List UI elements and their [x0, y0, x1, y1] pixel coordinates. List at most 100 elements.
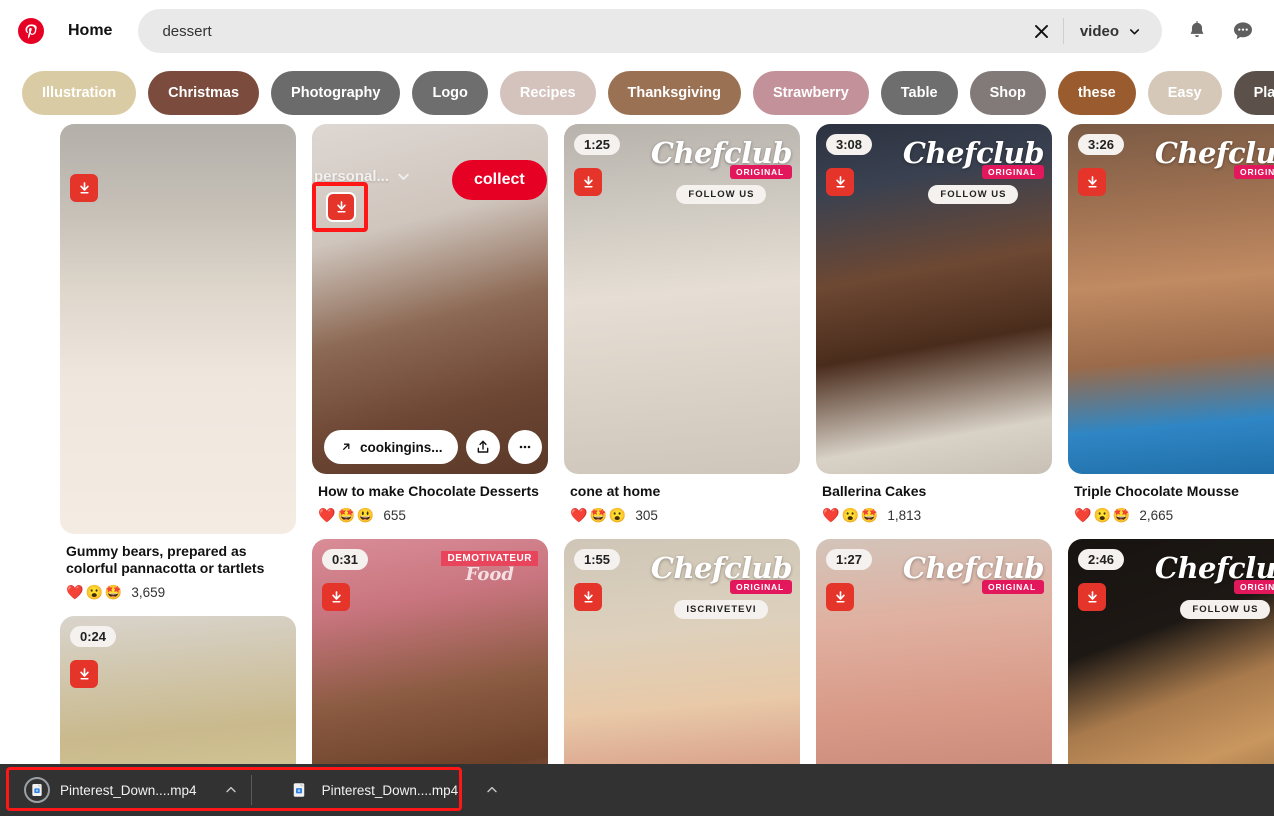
download-icon-highlighted[interactable]	[326, 192, 356, 222]
download-item-name: Pinterest_Down....mp4	[60, 782, 197, 798]
pin-meta: Triple Chocolate Mousse ❤️ 😮 🤩 2,665	[1068, 474, 1274, 523]
reaction-emoji: 🤩	[1112, 507, 1131, 523]
pin-card[interactable]: 1:27 Chefclub ORIGINAL	[816, 539, 1052, 774]
collect-button[interactable]: collect	[452, 160, 547, 200]
pin-thumbnail[interactable]: 3:26ChefclubORIGINAL	[1068, 124, 1274, 474]
browser-download-bar: Pinterest_Down....mp4 Pinterest_Down....m…	[0, 764, 1274, 816]
messages-icon[interactable]	[1226, 14, 1260, 48]
home-link[interactable]: Home	[68, 22, 112, 40]
search-scope-selector[interactable]: video	[1068, 9, 1158, 53]
filter-pill-logo[interactable]: Logo	[412, 71, 488, 115]
filter-pill-row[interactable]: Illustration Christmas Photography Logo Reci…	[0, 62, 1274, 124]
download-item-menu-icon[interactable]	[480, 782, 504, 798]
video-file-icon	[286, 777, 312, 803]
grid-column: 1:25 Chefclub ORIGINAL FOLLOW US cone at hom…	[564, 124, 800, 774]
personalize-dropdown[interactable]: personal...	[314, 168, 412, 185]
reaction-emoji: 😮	[85, 584, 103, 600]
reaction-count: 655	[383, 507, 406, 523]
pinterest-logo-icon[interactable]	[18, 18, 44, 44]
pin-meta: cone at home ❤️ 🤩 😮 305	[564, 474, 800, 523]
pin-source-label: cookingins...	[360, 439, 443, 455]
pin-card[interactable]: 2:46ChefclubORIGINALFOLLOW US	[1068, 539, 1274, 774]
pin-grid: Gummy bears, prepared as colorful pannac…	[0, 124, 1274, 774]
reaction-emoji: ❤️	[318, 507, 336, 523]
pin-thumbnail[interactable]: 1:27 Chefclub ORIGINAL	[816, 539, 1052, 774]
download-icon[interactable]	[70, 660, 98, 688]
more-options-icon[interactable]	[507, 430, 542, 464]
reaction-emoji: ❤️	[822, 507, 840, 523]
filter-pill-photography[interactable]: Photography	[271, 71, 401, 115]
download-icon	[79, 667, 89, 679]
filter-pill-label: Logo	[432, 85, 468, 101]
filter-pill-thanksgiving[interactable]: Thanksgiving	[607, 71, 741, 115]
filter-pill-strawberry[interactable]: Strawberry	[753, 71, 869, 115]
pin-card[interactable]: 0:31 DEMOTIVATEUR Food	[312, 539, 548, 774]
reaction-emoji: 🤩	[337, 507, 355, 523]
download-icon	[1087, 590, 1097, 602]
pin-card[interactable]: 3:26ChefclubORIGINALTriple Chocolate Mou…	[1068, 124, 1274, 523]
download-icon[interactable]	[826, 583, 854, 611]
filter-pill-these[interactable]: these	[1057, 71, 1136, 115]
pin-thumbnail[interactable]: 1:55 Chefclub ORIGINAL ISCRIVETEVI	[564, 539, 800, 774]
video-duration-badge: 0:31	[322, 549, 369, 570]
pin-image	[816, 539, 1052, 774]
pin-reactions: ❤️ 😮 🤩 3,659	[66, 584, 292, 600]
filter-pill-easy[interactable]: Easy	[1147, 71, 1222, 115]
video-file-icon	[24, 777, 50, 803]
pin-card[interactable]: Gummy bears, prepared as colorful pannac…	[60, 124, 296, 600]
pin-source-link[interactable]: cookingins...	[324, 430, 458, 464]
download-icon	[835, 590, 845, 602]
filter-pill-shop[interactable]: Shop	[969, 71, 1046, 115]
pin-thumbnail[interactable]: 1:25 Chefclub ORIGINAL FOLLOW US	[564, 124, 800, 474]
download-icon[interactable]	[322, 583, 350, 611]
filter-pill-illustration[interactable]: Illustration	[22, 71, 137, 115]
pin-image	[312, 539, 548, 774]
top-navigation-bar: Home video	[0, 0, 1274, 62]
pin-card[interactable]: 1:25 Chefclub ORIGINAL FOLLOW US cone at hom…	[564, 124, 800, 523]
notifications-bell-icon[interactable]	[1180, 14, 1214, 48]
download-icon[interactable]	[1078, 168, 1106, 196]
download-icon[interactable]	[574, 168, 602, 196]
download-item[interactable]: Pinterest_Down....mp4	[276, 768, 513, 812]
chevron-down-icon	[398, 173, 409, 180]
filter-pill-christmas[interactable]: Christmas	[148, 71, 260, 115]
video-file-icon	[293, 783, 304, 797]
filter-pill-recipes[interactable]: Recipes	[499, 71, 596, 115]
download-icon[interactable]	[574, 583, 602, 611]
filter-pill-label: Strawberry	[773, 85, 849, 101]
filter-pill-plated[interactable]: Plated	[1233, 71, 1274, 115]
pin-thumbnail[interactable]: 0:31 DEMOTIVATEUR Food	[312, 539, 548, 774]
video-duration-badge: 0:24	[70, 626, 117, 647]
download-icon[interactable]	[1078, 583, 1106, 611]
video-duration-badge: 3:26	[1078, 134, 1125, 155]
reaction-emoji: 😮	[841, 507, 859, 523]
video-duration-badge: 2:46	[1078, 549, 1125, 570]
download-icon[interactable]	[70, 174, 98, 202]
pin-thumbnail[interactable]: 2:46ChefclubORIGINALFOLLOW US	[1068, 539, 1274, 774]
pin-thumbnail[interactable]: 3:08 Chefclub ORIGINAL FOLLOW US	[816, 124, 1052, 474]
download-icon[interactable]	[826, 168, 854, 196]
download-item[interactable]: Pinterest_Down....mp4	[14, 768, 251, 812]
download-bar-divider	[250, 775, 252, 805]
share-icon[interactable]	[465, 430, 500, 464]
search-input[interactable]	[160, 9, 1025, 53]
search-scope-label: video	[1079, 22, 1119, 40]
download-item-menu-icon[interactable]	[219, 782, 243, 798]
reaction-emoji: ❤️	[570, 507, 588, 523]
reaction-count: 2,665	[1139, 507, 1174, 523]
pin-card[interactable]: 1:55 Chefclub ORIGINAL ISCRIVETEVI	[564, 539, 800, 774]
pin-image	[564, 539, 800, 774]
clear-search-icon[interactable]	[1025, 14, 1059, 48]
video-duration-badge: 1:25	[574, 134, 621, 155]
download-item-name: Pinterest_Down....mp4	[321, 782, 459, 798]
video-file-icon	[32, 784, 42, 796]
chevron-up-icon	[225, 786, 236, 793]
pin-thumbnail[interactable]: 0:24	[60, 616, 296, 774]
pin-thumbnail[interactable]	[60, 124, 296, 534]
filter-pill-table[interactable]: Table	[880, 71, 958, 115]
reaction-emoji: 🤩	[860, 507, 879, 523]
pin-card[interactable]: 0:24	[60, 616, 296, 774]
pin-action-row: cookingins...	[312, 430, 548, 464]
pin-card[interactable]: 3:08 Chefclub ORIGINAL FOLLOW US Ballerina C…	[816, 124, 1052, 523]
filter-pill-label: Table	[900, 85, 938, 101]
